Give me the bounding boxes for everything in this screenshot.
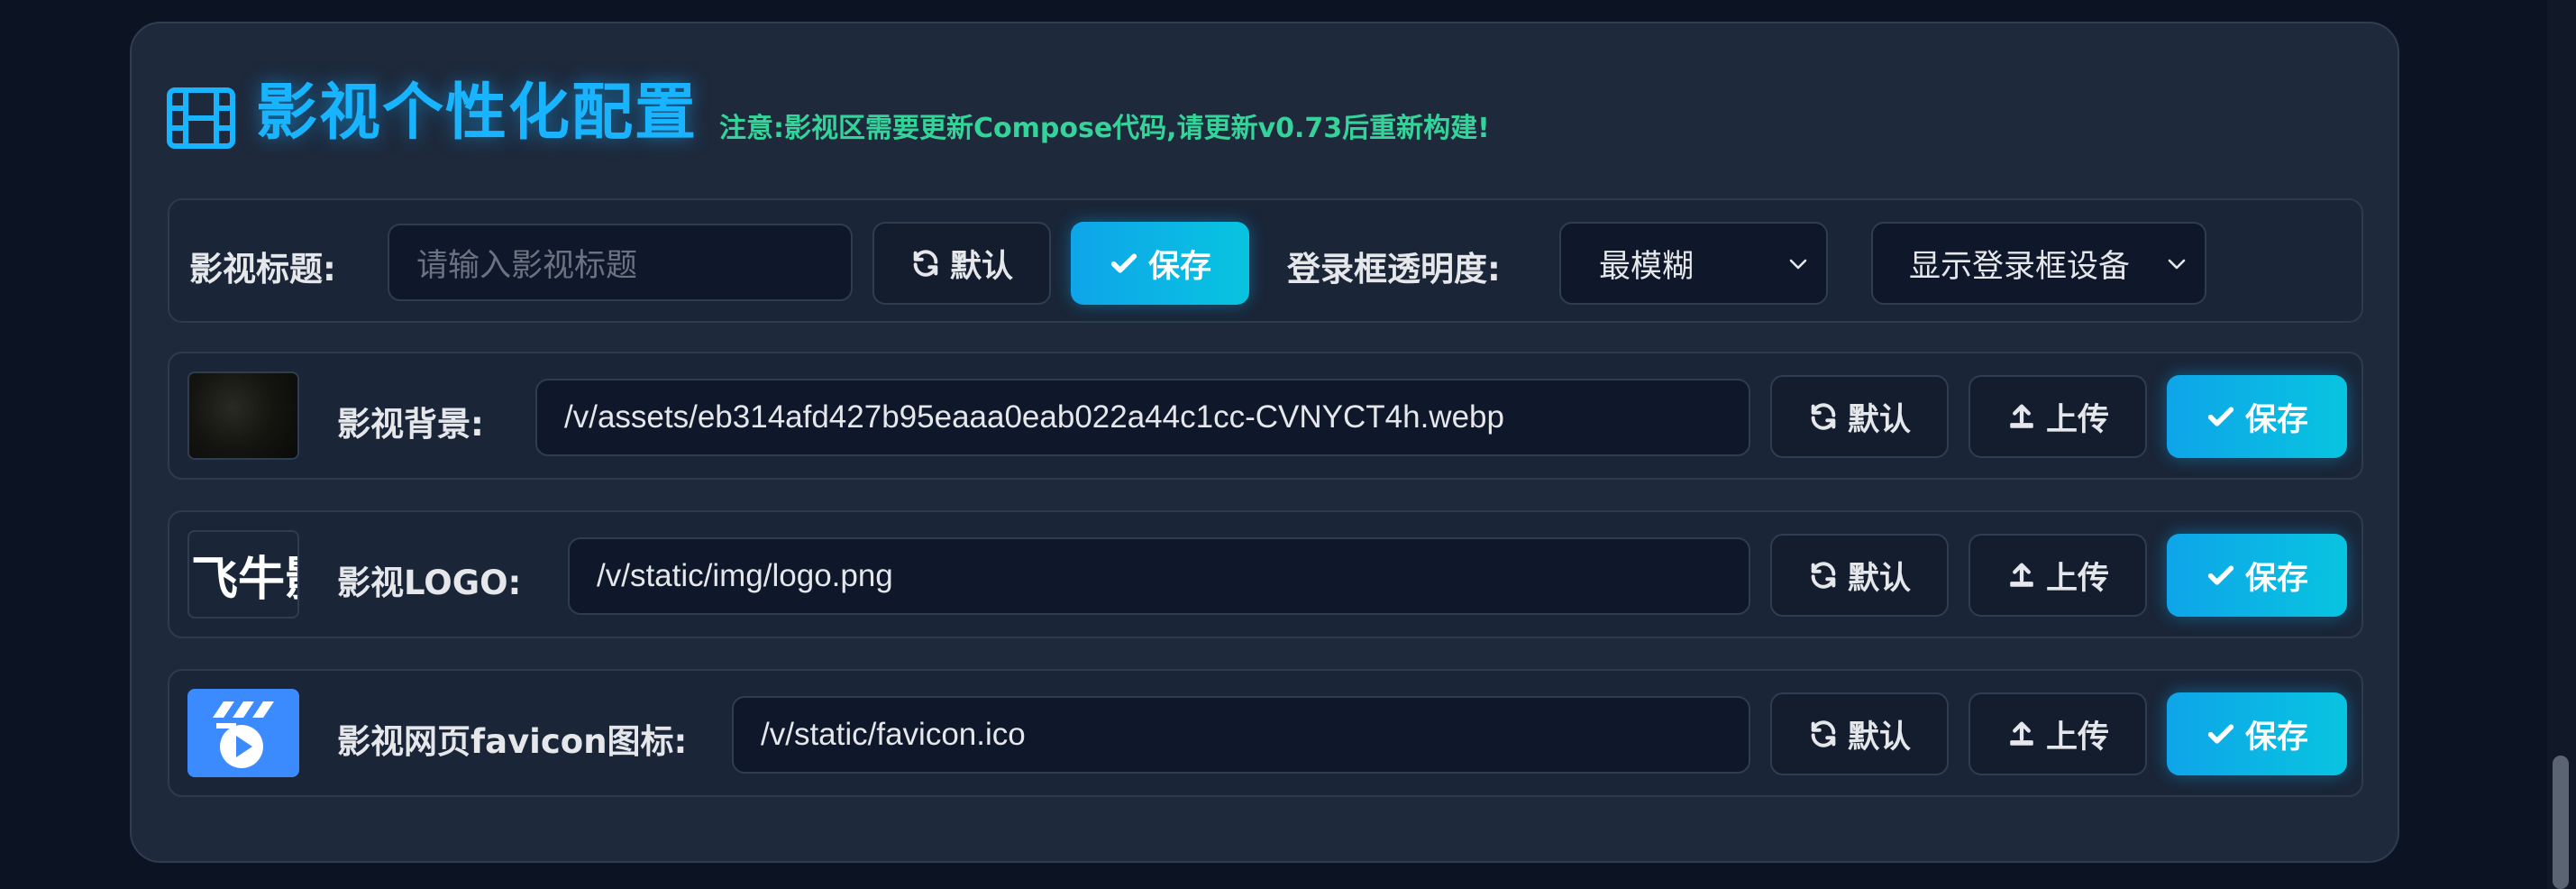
favicon-upload-label: 上传 (2045, 719, 2109, 756)
background-save-button[interactable]: 保存 (2167, 375, 2347, 458)
background-preview (187, 371, 299, 460)
favicon-preview (187, 689, 299, 777)
logo-save-button[interactable]: 保存 (2167, 534, 2347, 617)
refresh-icon (1811, 720, 1836, 747)
device-select-value: 显示登录框设备 (1909, 248, 2131, 285)
scrollbar-thumb[interactable] (2553, 756, 2569, 889)
background-save-label: 保存 (2244, 401, 2308, 438)
favicon-default-button[interactable]: 默认 (1770, 692, 1949, 775)
opacity-label: 登录框透明度: (1287, 250, 1501, 289)
check-icon (1110, 253, 1137, 273)
logo-default-button[interactable]: 默认 (1770, 534, 1949, 617)
upload-icon (2010, 721, 2033, 746)
update-notice: 注意:影视区需要更新Compose代码,请更新v0.73后重新构建! (719, 113, 1490, 144)
background-default-label: 默认 (1847, 401, 1911, 438)
title-save-button[interactable]: 保存 (1071, 222, 1249, 305)
check-icon (2207, 407, 2234, 426)
page: 影视个性化配置 注意:影视区需要更新Compose代码,请更新v0.73后重新构… (0, 0, 2576, 889)
favicon-label: 影视网页favicon图标: (337, 722, 688, 761)
background-upload-label: 上传 (2045, 401, 2109, 438)
favicon-upload-button[interactable]: 上传 (1969, 692, 2147, 775)
background-default-button[interactable]: 默认 (1770, 375, 1949, 458)
opacity-select-value: 最模糊 (1599, 248, 1694, 285)
background-settings-row: 影视背景: /v/assets/eb314afd427b95eaaa0eab02… (168, 352, 2363, 480)
favicon-settings-row: 影视网页favicon图标: /v/static/favicon.ico 默认 … (168, 669, 2363, 797)
movie-config-panel: 影视个性化配置 注意:影视区需要更新Compose代码,请更新v0.73后重新构… (130, 22, 2399, 863)
film-icon (167, 87, 235, 149)
clapperboard-icon (189, 691, 297, 775)
chevron-down-icon (2168, 259, 2186, 270)
title-default-label: 默认 (949, 248, 1013, 285)
opacity-select[interactable]: 最模糊 (1559, 222, 1828, 305)
logo-path-input[interactable]: /v/static/img/logo.png (568, 537, 1750, 615)
refresh-icon (1811, 562, 1836, 589)
page-title: 影视个性化配置 (256, 78, 699, 149)
logo-save-label: 保存 (2244, 560, 2308, 597)
refresh-icon (1811, 403, 1836, 430)
logo-preview: 飞牛影 (187, 530, 299, 619)
background-path-input[interactable]: /v/assets/eb314afd427b95eaaa0eab022a44c1… (535, 379, 1750, 456)
favicon-default-label: 默认 (1847, 719, 1911, 756)
title-default-button[interactable]: 默认 (872, 222, 1051, 305)
title-settings-row: 影视标题: 请输入影视标题 默认 保存 登录框透明度: 最模糊 显示登录框设备 (168, 198, 2363, 323)
upload-icon (2010, 563, 2033, 587)
check-icon (2207, 724, 2234, 744)
logo-label: 影视LOGO: (337, 564, 522, 602)
favicon-path-input[interactable]: /v/static/favicon.ico (732, 696, 1750, 774)
title-input[interactable]: 请输入影视标题 (388, 224, 853, 301)
refresh-icon (913, 250, 938, 277)
upload-icon (2010, 404, 2033, 428)
panel-header: 影视个性化配置 注意:影视区需要更新Compose代码,请更新v0.73后重新构… (166, 78, 1490, 150)
check-icon (2207, 565, 2234, 585)
background-label: 影视背景: (337, 405, 484, 444)
title-label: 影视标题: (189, 250, 336, 289)
favicon-save-button[interactable]: 保存 (2167, 692, 2347, 775)
device-select[interactable]: 显示登录框设备 (1871, 222, 2206, 305)
logo-upload-button[interactable]: 上传 (1969, 534, 2147, 617)
logo-upload-label: 上传 (2045, 560, 2109, 597)
chevron-down-icon (1789, 259, 1807, 270)
favicon-save-label: 保存 (2244, 719, 2308, 756)
title-save-label: 保存 (1147, 248, 1211, 285)
background-upload-button[interactable]: 上传 (1969, 375, 2147, 458)
logo-default-label: 默认 (1847, 560, 1911, 597)
logo-settings-row: 飞牛影 影视LOGO: /v/static/img/logo.png 默认 上传… (168, 510, 2363, 638)
